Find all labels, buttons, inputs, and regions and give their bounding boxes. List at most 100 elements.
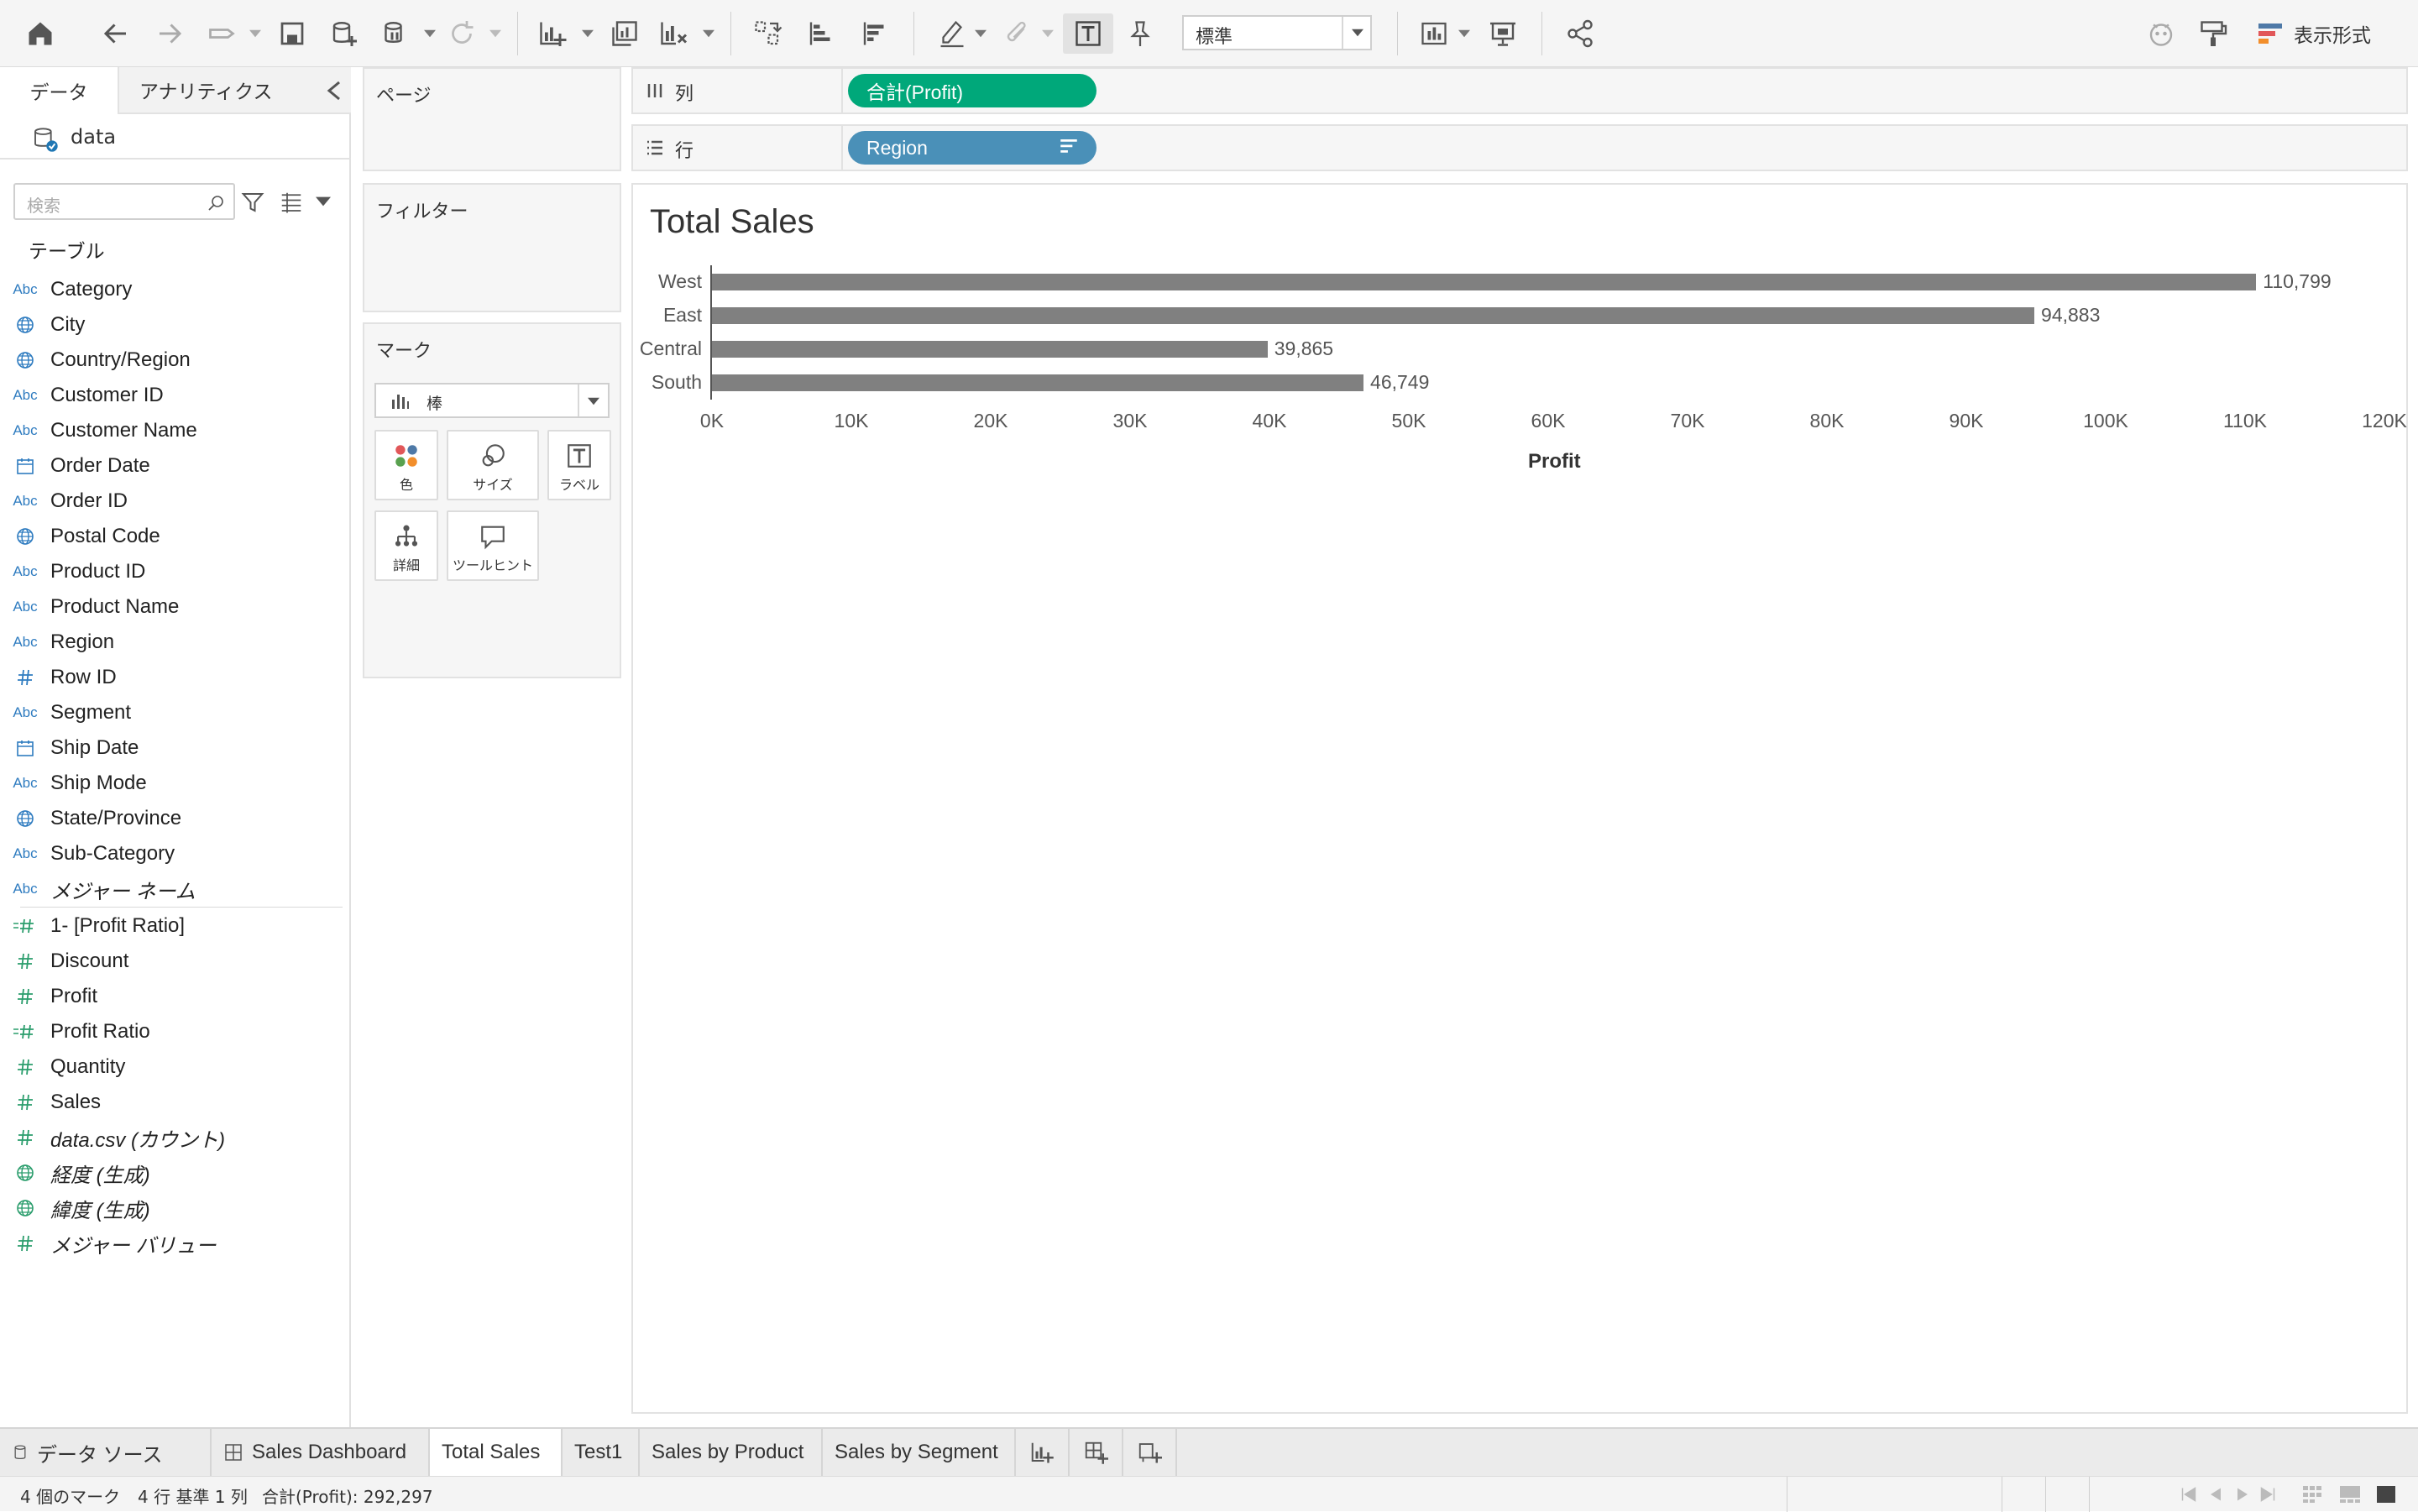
field-item[interactable]: Discount (0, 944, 344, 979)
presentation-mode-icon[interactable] (1483, 13, 1523, 54)
sort-ascending-icon[interactable] (801, 13, 841, 54)
replay-dropdown-icon[interactable] (249, 13, 262, 54)
pause-updates-icon[interactable] (374, 13, 415, 54)
field-item[interactable]: Abc Region (0, 625, 344, 660)
bar-mark[interactable] (712, 374, 1364, 391)
duplicate-sheet-icon[interactable] (604, 13, 645, 54)
field-item[interactable]: Abc Sub-Category (0, 836, 344, 871)
show-tabs-icon[interactable] (2376, 1485, 2396, 1504)
pages-shelf[interactable]: ページ (363, 67, 621, 171)
tab-sales-by-segment[interactable]: Sales by Segment (823, 1429, 1016, 1476)
sort-descending-icon[interactable] (855, 13, 895, 54)
field-item[interactable]: Country/Region (0, 343, 344, 378)
share-icon[interactable] (1560, 13, 1600, 54)
fit-dropdown[interactable]: 標準 (1182, 15, 1372, 50)
ask-data-icon[interactable] (2141, 13, 2181, 54)
clear-sheet-dropdown-icon[interactable] (702, 13, 715, 54)
show-filmstrip-icon[interactable] (2339, 1485, 2361, 1504)
redo-icon[interactable] (149, 13, 190, 54)
tab-sales-dashboard[interactable]: Sales Dashboard (212, 1429, 430, 1476)
show-me-button[interactable]: 表示形式 (2257, 18, 2371, 49)
view-dropdown-icon[interactable] (316, 196, 331, 207)
field-item[interactable]: Abc メジャー ネーム (0, 871, 344, 907)
field-item[interactable]: Abc Ship Mode (0, 766, 344, 801)
field-item[interactable]: Abc Order ID (0, 484, 344, 519)
collapse-pane-icon[interactable] (326, 81, 343, 101)
show-cards-dropdown-icon[interactable] (1458, 13, 1471, 54)
next-sheet-icon[interactable] (2235, 1487, 2250, 1502)
field-item[interactable]: Abc Product ID (0, 554, 344, 589)
view-list-icon[interactable] (279, 190, 304, 215)
clear-sheet-icon[interactable] (653, 13, 693, 54)
field-item[interactable]: Abc Customer Name (0, 413, 344, 448)
bar-mark[interactable] (712, 274, 2257, 290)
refresh-icon[interactable] (442, 13, 482, 54)
new-datasource-icon[interactable] (324, 13, 364, 54)
last-sheet-icon[interactable] (2260, 1487, 2275, 1502)
show-cards-icon[interactable] (1414, 13, 1454, 54)
home-icon[interactable] (20, 13, 60, 54)
refresh-dropdown-icon[interactable] (489, 13, 502, 54)
columns-pill-sum-profit[interactable]: 合計(Profit) (848, 74, 1096, 107)
previous-sheet-icon[interactable] (2208, 1487, 2223, 1502)
replay-icon[interactable] (202, 13, 242, 54)
field-item[interactable]: 緯度 (生成) (0, 1190, 344, 1226)
field-item[interactable]: Abc Customer ID (0, 378, 344, 413)
tab-analytics[interactable]: アナリティクス (119, 67, 351, 112)
field-item[interactable]: 1- [Profit Ratio] (0, 908, 344, 944)
field-search-input[interactable]: 検索 (13, 183, 235, 220)
marks-size-button[interactable]: サイズ (447, 430, 539, 500)
field-item[interactable]: メジャー バリュー (0, 1226, 344, 1261)
highlight-icon[interactable] (932, 13, 972, 54)
field-item[interactable]: State/Province (0, 801, 344, 836)
undo-icon[interactable] (96, 13, 136, 54)
filter-fields-icon[interactable] (240, 190, 265, 215)
field-item[interactable]: Abc Product Name (0, 589, 344, 625)
columns-shelf[interactable]: 列 合計(Profit) (631, 67, 2408, 114)
format-painter-icon[interactable] (2193, 13, 2233, 54)
rows-shelf[interactable]: 行 Region (631, 124, 2408, 171)
field-item[interactable]: Profit (0, 979, 344, 1014)
marks-tooltip-button[interactable]: ツールヒント (447, 510, 539, 581)
tab-total-sales[interactable]: Total Sales (430, 1429, 563, 1476)
tab-test1[interactable]: Test1 (563, 1429, 640, 1476)
field-item[interactable]: Postal Code (0, 519, 344, 554)
new-story-tab-button[interactable] (1123, 1429, 1177, 1476)
new-worksheet-icon[interactable] (532, 13, 573, 54)
bar-mark[interactable] (712, 341, 1268, 358)
field-item[interactable]: Sales (0, 1085, 344, 1120)
marks-label-button[interactable]: ラベル (547, 430, 611, 500)
field-item[interactable]: 経度 (生成) (0, 1155, 344, 1190)
datasource-row[interactable]: data (0, 116, 351, 160)
mark-type-dropdown[interactable]: 棒 (374, 383, 610, 418)
filters-shelf[interactable]: フィルター (363, 183, 621, 312)
show-sheet-sorter-icon[interactable] (2302, 1485, 2322, 1504)
bar-mark[interactable] (712, 307, 2035, 324)
fix-axes-icon[interactable] (1120, 13, 1160, 54)
field-item[interactable]: Row ID (0, 660, 344, 695)
field-item[interactable]: Abc Category (0, 272, 344, 307)
first-sheet-icon[interactable] (2181, 1487, 2196, 1502)
swap-rows-columns-icon[interactable] (747, 13, 788, 54)
show-mark-labels-icon[interactable] (1063, 13, 1113, 54)
field-item[interactable]: Abc Segment (0, 695, 344, 730)
marks-color-button[interactable]: 色 (374, 430, 438, 500)
field-item[interactable]: data.csv (カウント) (0, 1120, 344, 1155)
tab-sales-by-product[interactable]: Sales by Product (640, 1429, 823, 1476)
field-item[interactable]: Ship Date (0, 730, 344, 766)
field-item[interactable]: City (0, 307, 344, 343)
tab-datasource[interactable]: データ ソース (0, 1429, 212, 1476)
save-icon[interactable] (272, 13, 312, 54)
marks-detail-button[interactable]: 詳細 (374, 510, 438, 581)
new-worksheet-dropdown-icon[interactable] (581, 13, 594, 54)
field-item[interactable]: Order Date (0, 448, 344, 484)
datasource-dropdown-icon[interactable] (423, 13, 437, 54)
rows-pill-region[interactable]: Region (848, 131, 1096, 165)
new-dashboard-tab-button[interactable] (1070, 1429, 1123, 1476)
group-dropdown-icon[interactable] (1041, 13, 1055, 54)
field-item[interactable]: Quantity (0, 1049, 344, 1085)
tab-data[interactable]: データ (0, 67, 119, 114)
new-worksheet-tab-button[interactable] (1016, 1429, 1070, 1476)
highlight-dropdown-icon[interactable] (974, 13, 987, 54)
group-members-icon[interactable] (997, 13, 1038, 54)
